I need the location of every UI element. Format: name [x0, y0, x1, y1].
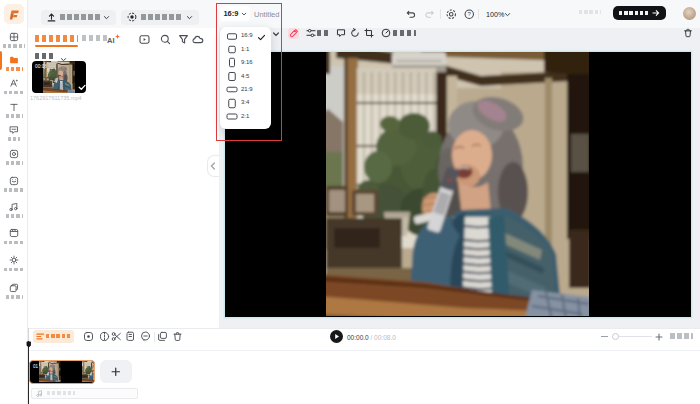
svg-text:?: ?	[468, 11, 472, 17]
